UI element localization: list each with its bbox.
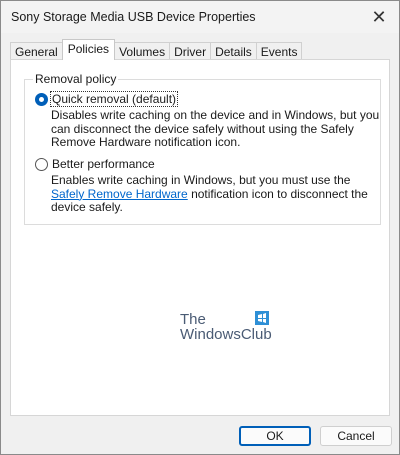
better-performance-option[interactable]: Better performance <box>35 157 156 171</box>
better-performance-label[interactable]: Better performance <box>51 157 156 171</box>
close-button[interactable]: ✕ <box>359 1 399 33</box>
tab-driver[interactable]: Driver <box>169 42 212 60</box>
watermark-logo-icon <box>255 311 269 325</box>
tab-policies[interactable]: Policies <box>61 39 116 60</box>
watermark-line2: WindowsClub <box>180 326 272 343</box>
better-performance-radio[interactable] <box>35 157 48 171</box>
dialog-footer: OK Cancel <box>1 419 399 454</box>
quick-removal-radio[interactable] <box>35 92 48 106</box>
watermark: The WindowsClub <box>180 311 280 347</box>
ok-button[interactable]: OK <box>239 426 311 446</box>
close-icon: ✕ <box>371 6 387 27</box>
removal-policy-group: Removal policy Quick removal (default) D… <box>24 72 381 225</box>
tab-volumes[interactable]: Volumes <box>114 42 171 60</box>
tab-events[interactable]: Events <box>255 42 303 60</box>
properties-dialog: Sony Storage Media USB Device Properties… <box>0 0 400 455</box>
quick-removal-label[interactable]: Quick removal (default) <box>49 91 179 107</box>
quick-removal-option[interactable]: Quick removal (default) <box>35 91 179 107</box>
tab-details[interactable]: Details <box>210 42 257 60</box>
quick-removal-description: Disables write caching on the device and… <box>51 108 380 149</box>
better-performance-text-start: Enables write caching in Windows, but yo… <box>51 173 351 187</box>
safely-remove-hardware-link[interactable]: Safely Remove Hardware <box>51 187 188 201</box>
cancel-button[interactable]: Cancel <box>320 426 392 446</box>
removal-policy-heading: Removal policy <box>33 72 119 86</box>
title-bar: Sony Storage Media USB Device Properties… <box>1 1 399 33</box>
tab-general[interactable]: General <box>10 42 63 60</box>
window-title: Sony Storage Media USB Device Properties <box>11 10 256 24</box>
better-performance-description: Enables write caching in Windows, but yo… <box>51 173 381 215</box>
tab-strip: General Policies Volumes Driver Details … <box>10 39 303 60</box>
policies-panel: Removal policy Quick removal (default) D… <box>10 59 390 416</box>
